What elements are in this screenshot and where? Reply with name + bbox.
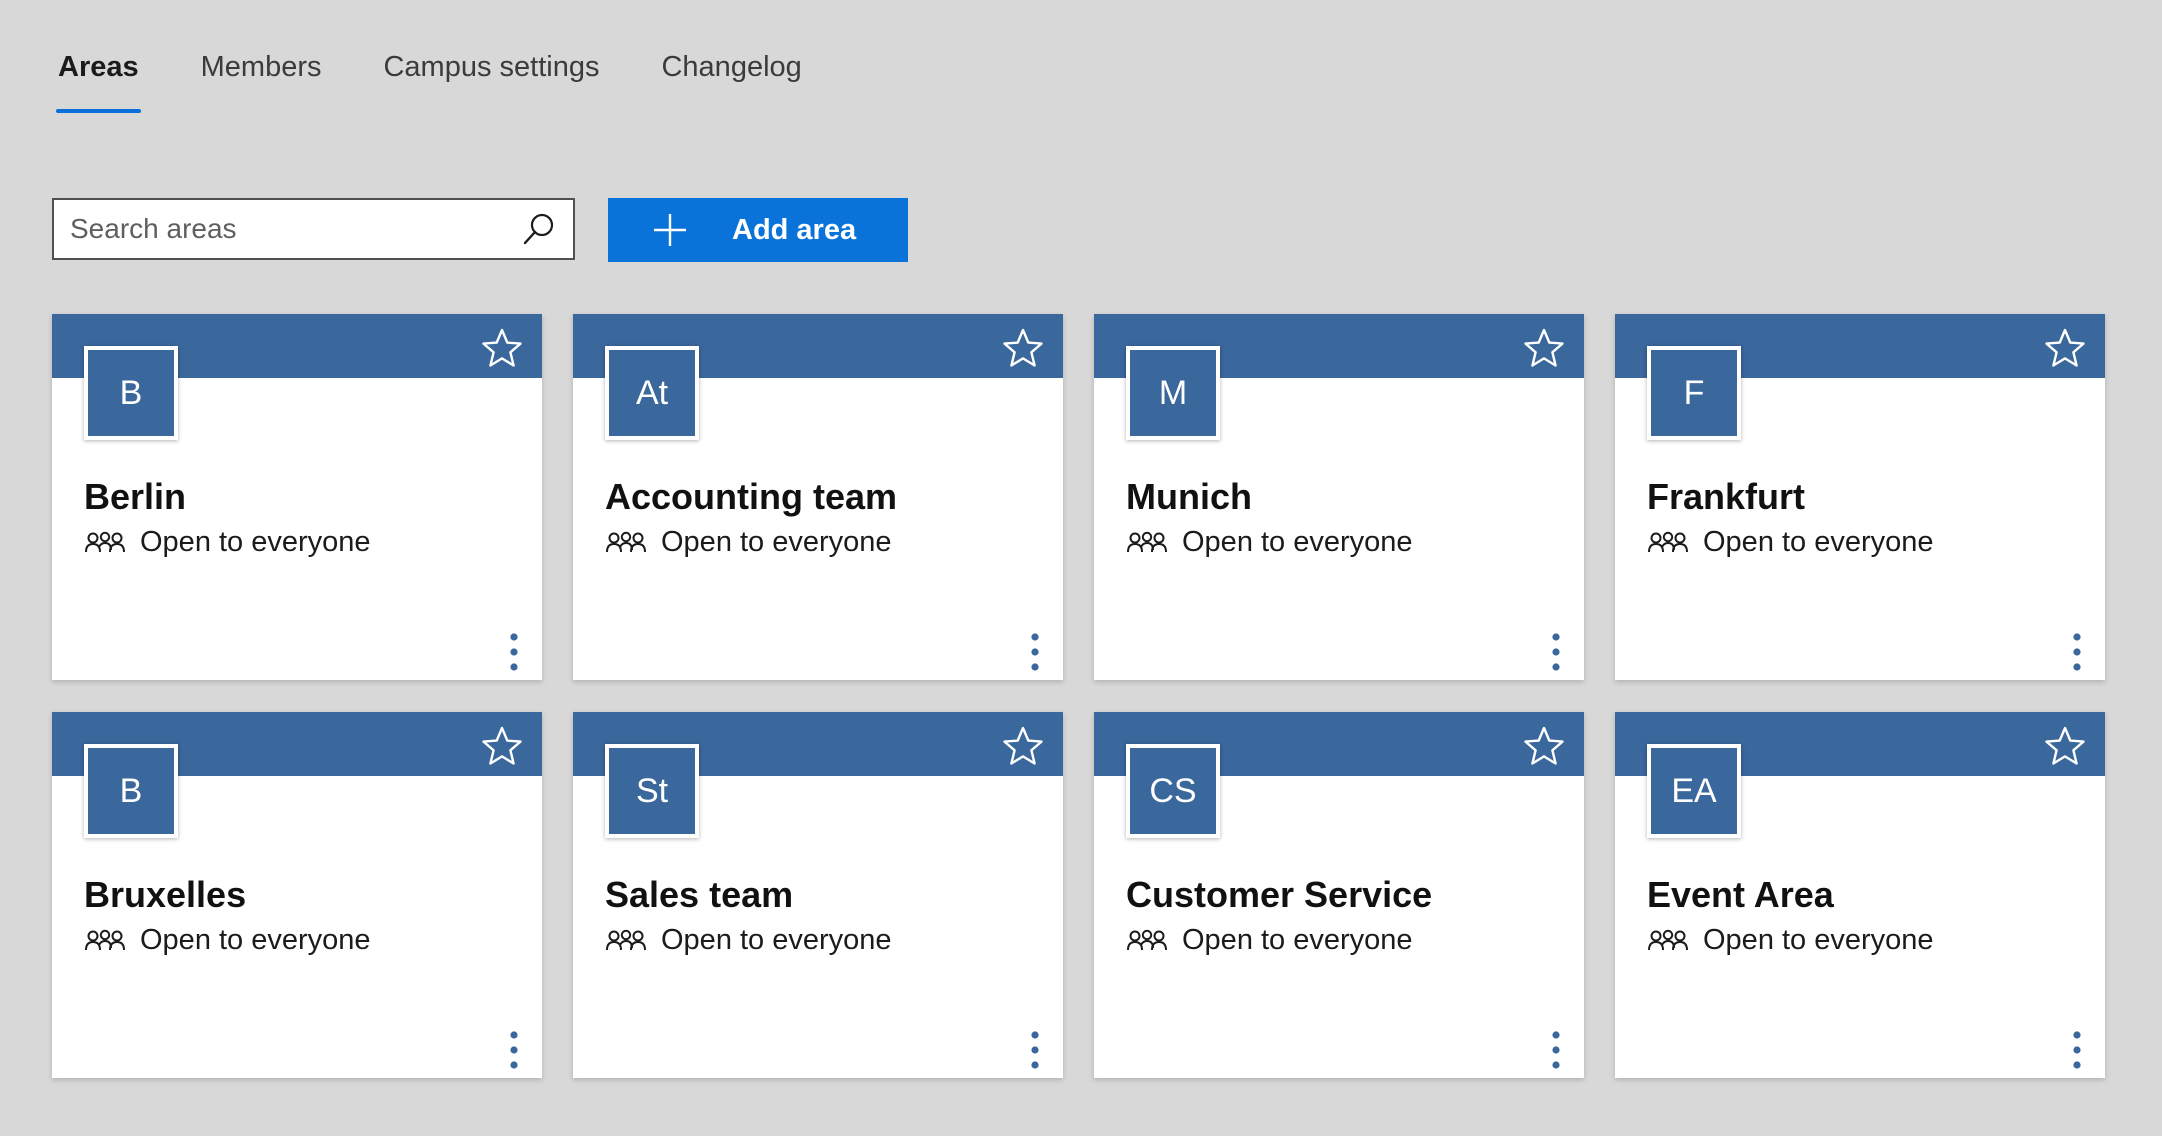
tab-changelog[interactable]: Changelog — [659, 48, 803, 118]
area-avatar: At — [605, 346, 699, 440]
search-icon[interactable] — [513, 203, 565, 255]
area-name: Event Area — [1647, 874, 1834, 915]
area-card[interactable]: St Sales team Open to everyone — [573, 712, 1063, 1078]
more-options-icon[interactable] — [1023, 628, 1047, 676]
area-name: Accounting team — [605, 476, 898, 517]
people-icon — [1126, 928, 1168, 954]
areas-grid: B Berlin Open to everyone At Accounting … — [52, 314, 2105, 1078]
more-options-icon[interactable] — [1023, 1026, 1047, 1074]
access-label: Open to everyone — [661, 526, 892, 558]
more-options-icon[interactable] — [1544, 1026, 1568, 1074]
add-area-button[interactable]: Add area — [608, 198, 908, 262]
area-avatar: St — [605, 744, 699, 838]
area-card[interactable]: M Munich Open to everyone — [1094, 314, 1584, 680]
star-icon[interactable] — [480, 326, 524, 370]
access-row: Open to everyone — [84, 526, 371, 559]
access-row: Open to everyone — [1647, 924, 1934, 957]
access-label: Open to everyone — [1182, 924, 1413, 956]
search-box — [52, 198, 575, 260]
area-card[interactable]: F Frankfurt Open to everyone — [1615, 314, 2105, 680]
area-avatar: CS — [1126, 744, 1220, 838]
area-name: Munich — [1126, 476, 1252, 517]
people-icon — [1647, 928, 1689, 954]
access-label: Open to everyone — [661, 924, 892, 956]
more-options-icon[interactable] — [502, 628, 526, 676]
access-row: Open to everyone — [84, 924, 371, 957]
star-icon[interactable] — [1001, 326, 1045, 370]
area-name: Sales team — [605, 874, 794, 915]
people-icon — [84, 928, 126, 954]
star-icon[interactable] — [1522, 326, 1566, 370]
star-icon[interactable] — [480, 724, 524, 768]
access-label: Open to everyone — [140, 526, 371, 558]
area-name: Berlin — [84, 476, 187, 517]
star-icon[interactable] — [1001, 724, 1045, 768]
people-icon — [605, 530, 647, 556]
tab-members[interactable]: Members — [199, 48, 324, 118]
area-avatar: B — [84, 346, 178, 440]
more-options-icon[interactable] — [2065, 1026, 2089, 1074]
access-label: Open to everyone — [1703, 924, 1934, 956]
star-icon[interactable] — [2043, 326, 2087, 370]
area-card[interactable]: EA Event Area Open to everyone — [1615, 712, 2105, 1078]
more-options-icon[interactable] — [1544, 628, 1568, 676]
people-icon — [1126, 530, 1168, 556]
access-row: Open to everyone — [1126, 924, 1413, 957]
people-icon — [84, 530, 126, 556]
access-label: Open to everyone — [1182, 526, 1413, 558]
star-icon[interactable] — [2043, 724, 2087, 768]
area-card[interactable]: At Accounting team Open to everyone — [573, 314, 1063, 680]
star-icon[interactable] — [1522, 724, 1566, 768]
search-input[interactable] — [54, 199, 513, 259]
add-area-label: Add area — [732, 213, 857, 246]
more-options-icon[interactable] — [502, 1026, 526, 1074]
area-avatar: F — [1647, 346, 1741, 440]
area-card[interactable]: B Berlin Open to everyone — [52, 314, 542, 680]
people-icon — [605, 928, 647, 954]
area-card[interactable]: CS Customer Service Open to everyone — [1094, 712, 1584, 1078]
tab-bar: Areas Members Campus settings Changelog — [56, 48, 862, 118]
area-avatar: M — [1126, 346, 1220, 440]
access-row: Open to everyone — [605, 924, 892, 957]
access-row: Open to everyone — [1126, 526, 1413, 559]
plus-icon — [650, 210, 690, 250]
access-row: Open to everyone — [1647, 526, 1934, 559]
area-avatar: B — [84, 744, 178, 838]
area-name: Frankfurt — [1647, 476, 1806, 517]
access-label: Open to everyone — [1703, 526, 1934, 558]
people-icon — [1647, 530, 1689, 556]
tab-areas[interactable]: Areas — [56, 48, 141, 118]
more-options-icon[interactable] — [2065, 628, 2089, 676]
access-row: Open to everyone — [605, 526, 892, 559]
access-label: Open to everyone — [140, 924, 371, 956]
area-card[interactable]: B Bruxelles Open to everyone — [52, 712, 542, 1078]
area-name: Customer Service — [1126, 874, 1433, 915]
tab-campus-settings[interactable]: Campus settings — [381, 48, 601, 118]
area-name: Bruxelles — [84, 874, 247, 915]
area-avatar: EA — [1647, 744, 1741, 838]
